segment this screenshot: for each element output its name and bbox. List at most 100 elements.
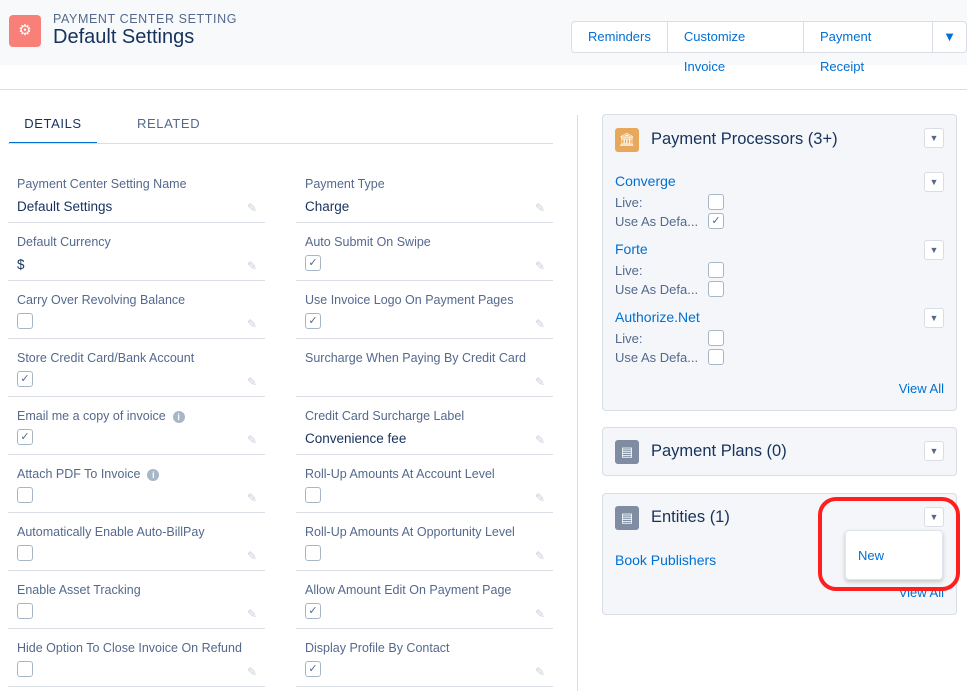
detail-field: Payment Type Charge ✎: [296, 165, 553, 223]
processor-link[interactable]: Forte: [615, 241, 648, 257]
detail-field: Payment Center Setting Name Default Setti…: [8, 165, 265, 223]
edit-pencil-icon[interactable]: ✎: [535, 317, 545, 331]
field-value: Default Settings: [17, 199, 113, 214]
list-icon: ▤: [615, 440, 639, 464]
detail-field: Default Currency $ ✎: [8, 223, 265, 281]
field-label: Automatically Enable Auto-BillPay: [17, 525, 205, 539]
field-label-text: Enable Asset Tracking: [17, 583, 141, 597]
list-icon: ▤: [615, 506, 639, 530]
edit-pencil-icon[interactable]: ✎: [535, 259, 545, 273]
info-icon[interactable]: i: [147, 469, 160, 481]
info-icon[interactable]: i: [172, 411, 185, 423]
live-label: Live:: [615, 195, 643, 210]
field-label-text: Email me a copy of invoice: [17, 409, 166, 423]
default-label: Use As Defa...: [615, 350, 699, 365]
field-label-text: Hide Option To Close Invoice On Refund: [17, 641, 242, 655]
edit-pencil-icon[interactable]: ✎: [535, 201, 545, 215]
live-label: Live:: [615, 263, 643, 278]
column-divider: [577, 115, 578, 691]
field-label: Allow Amount Edit On Payment Page: [305, 583, 511, 597]
field-checkbox: ✓: [305, 603, 321, 619]
edit-pencil-icon[interactable]: ✎: [535, 549, 545, 563]
field-checkbox: [305, 487, 321, 503]
payment-receipt-button[interactable]: Payment Receipt: [804, 22, 934, 74]
edit-pencil-icon[interactable]: ✎: [535, 433, 545, 447]
gears-icon: ⚙: [9, 15, 41, 47]
field-value: Charge: [305, 199, 350, 214]
field-label-text: Payment Center Setting Name: [17, 177, 187, 191]
edit-pencil-icon[interactable]: ✎: [247, 201, 257, 215]
default-checkbox: [708, 349, 724, 365]
edit-pencil-icon[interactable]: ✎: [535, 665, 545, 679]
view-all-link[interactable]: View All: [899, 381, 944, 396]
page-header: ⚙ PAYMENT CENTER SETTING Default Setting…: [0, 0, 967, 74]
detail-field: Roll-Up Amounts At Account Level ✎: [296, 455, 553, 513]
edit-pencil-icon[interactable]: ✎: [247, 433, 257, 447]
field-label: Store Credit Card/Bank Account: [17, 351, 194, 365]
processor-link[interactable]: Authorize.Net: [615, 309, 700, 325]
field-label: Surcharge When Paying By Credit Card: [305, 351, 526, 365]
tab-details[interactable]: DETAILS: [9, 116, 97, 144]
payment-processors-card: 🏛 Payment Processors (3+) ▼ Converge ▼ L…: [602, 114, 957, 411]
field-checkbox: ✓: [17, 371, 33, 387]
edit-pencil-icon[interactable]: ✎: [247, 549, 257, 563]
field-value: $: [17, 257, 25, 272]
field-label-text: Roll-Up Amounts At Account Level: [305, 467, 495, 481]
field-label-text: Store Credit Card/Bank Account: [17, 351, 195, 365]
default-label: Use As Defa...: [615, 214, 699, 229]
tab-related[interactable]: RELATED: [137, 116, 200, 131]
edit-pencil-icon[interactable]: ✎: [535, 607, 545, 621]
field-label-text: Surcharge When Paying By Credit Card: [305, 351, 526, 365]
edit-pencil-icon[interactable]: ✎: [247, 259, 257, 273]
field-value: Convenience fee: [305, 431, 407, 446]
field-checkbox: [17, 661, 33, 677]
detail-field: Allow Amount Edit On Payment Page ✓ ✎: [296, 571, 553, 629]
edit-pencil-icon[interactable]: ✎: [247, 491, 257, 505]
card-menu-chevron-down-icon[interactable]: ▼: [924, 128, 944, 148]
detail-field: Enable Asset Tracking ✎: [8, 571, 265, 629]
processor-link[interactable]: Converge: [615, 173, 676, 189]
detail-field: Store Credit Card/Bank Account ✓ ✎: [8, 339, 265, 397]
more-actions-chevron-down-icon[interactable]: ▼: [933, 22, 966, 52]
page-title: Default Settings: [53, 26, 195, 48]
field-checkbox: [17, 603, 33, 619]
edit-pencil-icon[interactable]: ✎: [247, 317, 257, 331]
edit-pencil-icon[interactable]: ✎: [535, 375, 545, 389]
card-title: Payment Plans (0): [651, 442, 787, 460]
detail-field: Surcharge When Paying By Credit Card ✎: [296, 339, 553, 397]
field-label: Enable Asset Tracking: [17, 583, 141, 597]
detail-field: Credit Card Surcharge Label Convenience f…: [296, 397, 553, 455]
field-label-text: Carry Over Revolving Balance: [17, 293, 186, 307]
customize-invoice-button[interactable]: Customize Invoice: [668, 22, 804, 74]
card-menu-chevron-down-icon[interactable]: ▼: [924, 441, 944, 461]
field-label: Hide Option To Close Invoice On Refund: [17, 641, 242, 655]
default-label: Use As Defa...: [615, 282, 699, 297]
processor-menu-chevron-down-icon[interactable]: ▼: [924, 172, 944, 192]
edit-pencil-icon[interactable]: ✎: [247, 375, 257, 389]
edit-pencil-icon[interactable]: ✎: [535, 491, 545, 505]
entity-link[interactable]: Book Publishers: [615, 552, 716, 568]
field-label: Display Profile By Contact: [305, 641, 450, 655]
detail-field: Attach PDF To Invoice i ✎: [8, 455, 265, 513]
bank-icon: 🏛: [615, 128, 639, 152]
edit-pencil-icon[interactable]: ✎: [247, 607, 257, 621]
field-label: Attach PDF To Invoice i: [17, 467, 160, 481]
field-label: Credit Card Surcharge Label: [305, 409, 464, 423]
field-label: Auto Submit On Swipe: [305, 235, 431, 249]
field-label: Payment Center Setting Name: [17, 177, 187, 191]
detail-field: Roll-Up Amounts At Opportunity Level ✎: [296, 513, 553, 571]
default-checkbox: ✓: [708, 213, 724, 229]
live-checkbox: [708, 330, 724, 346]
live-checkbox: [708, 262, 724, 278]
field-label-text: Roll-Up Amounts At Opportunity Level: [305, 525, 515, 539]
field-label: Payment Type: [305, 177, 385, 191]
field-label-text: Auto Submit On Swipe: [305, 235, 431, 249]
reminders-button[interactable]: Reminders: [572, 22, 668, 52]
field-checkbox: ✓: [305, 661, 321, 677]
processor-menu-chevron-down-icon[interactable]: ▼: [924, 308, 944, 328]
detail-field: Use Invoice Logo On Payment Pages ✓ ✎: [296, 281, 553, 339]
card-title: Payment Processors (3+): [651, 130, 838, 148]
processor-menu-chevron-down-icon[interactable]: ▼: [924, 240, 944, 260]
edit-pencil-icon[interactable]: ✎: [247, 665, 257, 679]
live-label: Live:: [615, 331, 643, 346]
